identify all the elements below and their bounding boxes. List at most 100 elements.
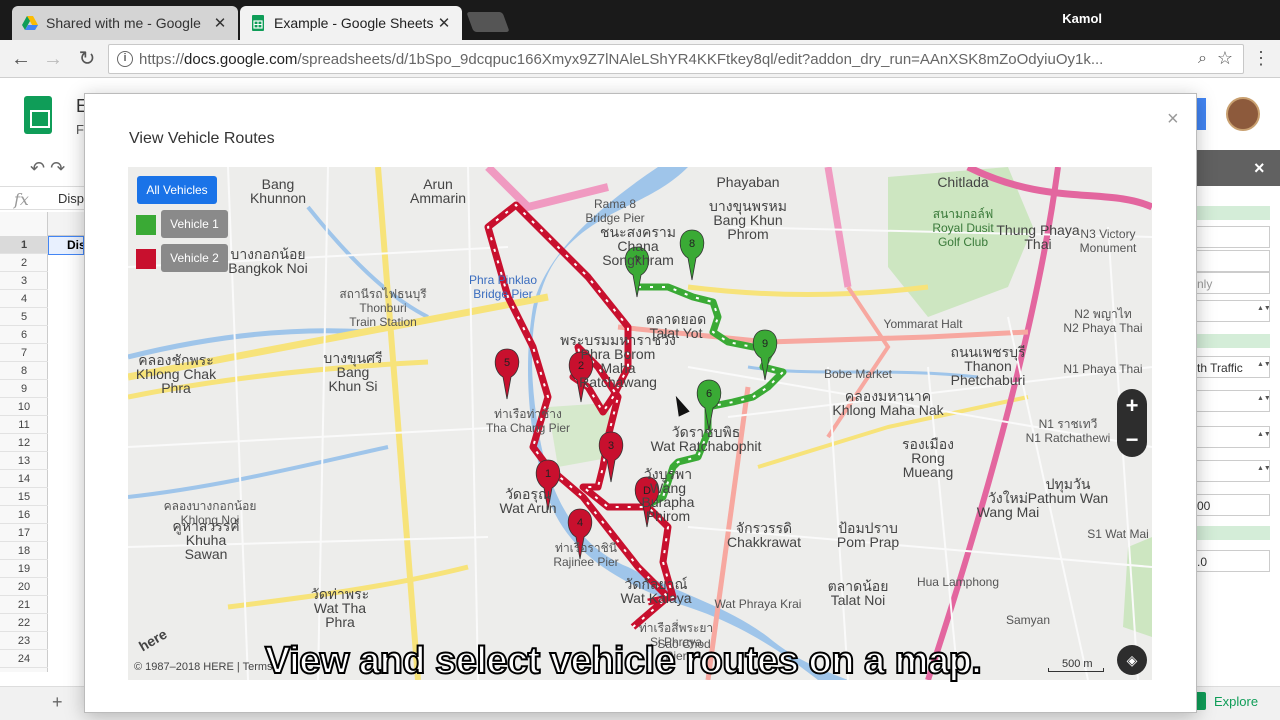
new-tab-button[interactable] xyxy=(466,12,510,32)
row-header[interactable]: 22 xyxy=(0,614,48,632)
cell-a1[interactable]: Dis xyxy=(48,236,84,255)
row-header[interactable]: 24 xyxy=(0,650,48,668)
map-place-label: ปทุมวัน Pathum Wan xyxy=(1027,476,1109,506)
row-header[interactable]: 2 xyxy=(0,254,48,272)
add-sheet-button[interactable]: + xyxy=(52,692,63,713)
route-stop-marker[interactable]: 5 xyxy=(494,348,520,400)
map-place-label: ป้อมปราบ Pom Prap xyxy=(836,520,900,550)
fx-icon: fx xyxy=(14,190,29,209)
google-sheets-logo[interactable] xyxy=(24,96,52,134)
marker-label: 3 xyxy=(608,440,614,452)
row-header[interactable]: 4 xyxy=(0,290,48,308)
vehicle-2-color-swatch xyxy=(136,249,156,269)
profile-name[interactable]: Kamol xyxy=(1062,11,1102,26)
url-text[interactable]: https://docs.google.com/spreadsheets/d/1… xyxy=(139,51,1179,68)
map-place-label: Thung Phaya Thai xyxy=(996,222,1080,252)
row-header[interactable]: 16 xyxy=(0,506,48,524)
sidebar-input[interactable] xyxy=(1190,226,1270,248)
search-icon[interactable]: ⌕ xyxy=(1198,50,1207,68)
sidebar-input[interactable]: 00 xyxy=(1190,494,1270,516)
undo-redo-icons[interactable]: ↶ ↷ xyxy=(30,158,65,179)
row-header[interactable]: 14 xyxy=(0,470,48,488)
row-header[interactable]: 9 xyxy=(0,380,48,398)
marker-label: 8 xyxy=(689,238,695,250)
address-bar[interactable]: i https://docs.google.com/spreadsheets/d… xyxy=(108,44,1244,74)
all-vehicles-button[interactable]: All Vehicles xyxy=(137,176,217,204)
close-icon[interactable]: × xyxy=(1254,158,1265,179)
row-header[interactable]: 8 xyxy=(0,362,48,380)
tab-example-sheets[interactable]: Example - Google Sheets ✕ xyxy=(240,6,462,40)
marker-label: 6 xyxy=(706,388,712,400)
row-header[interactable]: 17 xyxy=(0,524,48,542)
map-place-label: สถานีรถไฟธนบุรี Thonburi Train Station xyxy=(339,287,427,329)
tab-shared-with-me[interactable]: Shared with me - Google ✕ xyxy=(12,6,238,40)
sidebar-select[interactable]: ▲▼ xyxy=(1190,426,1270,448)
map-place-label: บางขุนศรี Bang Khun Si xyxy=(323,350,383,394)
sidebar-section-header xyxy=(1196,334,1270,348)
star-icon[interactable]: ☆ xyxy=(1217,48,1233,69)
forward-arrow-icon[interactable]: → xyxy=(42,48,64,70)
sidebar-select[interactable]: ▲▼ xyxy=(1190,460,1270,482)
share-button[interactable] xyxy=(1196,98,1206,130)
sidebar-select[interactable]: ▲▼ xyxy=(1190,390,1270,412)
zoom-in-button[interactable]: + xyxy=(1117,389,1147,423)
map-place-label: Hua Lamphong xyxy=(916,575,1000,589)
select-arrows-icon: ▲▼ xyxy=(1257,305,1270,312)
close-icon[interactable]: ✕ xyxy=(436,14,452,32)
route-map[interactable]: 12345D6789 Bang Khunnon Arun Ammarin Phaya… xyxy=(128,167,1152,680)
menu-file[interactable]: F xyxy=(76,122,84,137)
map-place-label: Bobe Market xyxy=(823,367,893,381)
map-place-label: Rama 8 Bridge Pier xyxy=(585,197,645,225)
sidebar-section-header xyxy=(1196,526,1270,540)
row-header[interactable]: 5 xyxy=(0,308,48,326)
close-icon[interactable]: × xyxy=(1167,108,1179,131)
reload-icon[interactable]: ↻ xyxy=(76,48,98,70)
map-place-label: Wat Phraya Krai xyxy=(714,597,802,611)
marker-label: 5 xyxy=(504,357,510,369)
map-place-label: ท่าเรือท่าช้าง Tha Chang Pier xyxy=(485,407,571,435)
more-menu-icon[interactable]: ⋮ xyxy=(1252,48,1270,69)
route-stop-marker[interactable]: 8 xyxy=(679,229,705,281)
row-header[interactable]: 18 xyxy=(0,542,48,560)
sidebar-input[interactable] xyxy=(1190,250,1270,272)
formula-bar[interactable]: fx Disp xyxy=(0,186,84,210)
row-header[interactable]: 10 xyxy=(0,398,48,416)
avatar[interactable] xyxy=(1226,97,1260,131)
row-header[interactable]: 21 xyxy=(0,596,48,614)
map-place-label: ตลาดน้อย Talat Noi xyxy=(827,578,889,608)
row-header[interactable]: 6 xyxy=(0,326,48,344)
row-header[interactable]: 20 xyxy=(0,578,48,596)
map-place-label: วัดท่าพระ Wat Tha Phra xyxy=(310,586,370,630)
row-header[interactable]: 1 xyxy=(0,236,48,254)
map-place-label: คูหาสวรรค์ Khuha Sawan xyxy=(172,518,240,562)
map-place-label: N1 Phaya Thai xyxy=(1063,362,1143,376)
sidebar-input[interactable]: nly xyxy=(1190,272,1270,294)
explore-button[interactable]: Explore xyxy=(1190,692,1258,710)
select-arrows-icon: ▲▼ xyxy=(1257,431,1270,438)
vehicle-1-button[interactable]: Vehicle 1 xyxy=(161,210,228,238)
row-header[interactable]: 23 xyxy=(0,632,48,650)
row-header[interactable]: 7 xyxy=(0,344,48,362)
sidebar-select[interactable]: th Traffic ▲▼ xyxy=(1190,356,1270,378)
back-arrow-icon[interactable]: ← xyxy=(10,48,32,70)
sidebar-header xyxy=(1196,150,1280,186)
layers-icon[interactable]: ◈ xyxy=(1117,645,1147,675)
zoom-out-button[interactable]: − xyxy=(1117,423,1147,457)
row-header[interactable]: 13 xyxy=(0,452,48,470)
vehicle-2-button[interactable]: Vehicle 2 xyxy=(161,244,228,272)
row-header[interactable]: 3 xyxy=(0,272,48,290)
map-copyright[interactable]: © 1987–2018 HERE | Terms xyxy=(134,661,273,673)
row-header[interactable]: 15 xyxy=(0,488,48,506)
info-icon[interactable]: i xyxy=(117,51,133,67)
row-header[interactable]: 11 xyxy=(0,416,48,434)
map-place-label: วังบูรพา Wang Burapha Phirom xyxy=(641,466,695,524)
close-icon[interactable]: ✕ xyxy=(212,14,228,32)
map-place-label: Yommarat Halt xyxy=(883,317,963,331)
row-header[interactable]: 12 xyxy=(0,434,48,452)
select-arrows-icon: ▲▼ xyxy=(1257,361,1270,368)
map-place-label: S1 Wat Mai xyxy=(1087,527,1149,541)
map-place-label: Samyan xyxy=(1005,613,1051,627)
sidebar-input[interactable]: .0 xyxy=(1190,550,1270,572)
row-header[interactable]: 19 xyxy=(0,560,48,578)
sidebar-select[interactable]: ▲▼ xyxy=(1190,300,1270,322)
